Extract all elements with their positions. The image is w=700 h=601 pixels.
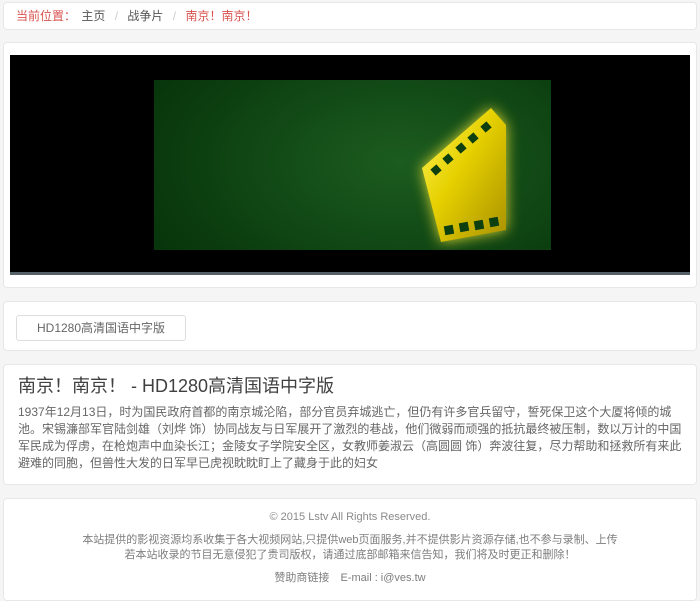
player-card <box>3 42 697 288</box>
video-screen <box>154 80 551 250</box>
breadcrumb: 当前位置： 主页 / 战争片 / 南京！南京！ <box>3 2 697 30</box>
breadcrumb-link-home[interactable]: 主页 <box>81 9 105 23</box>
movie-description: 1937年12月13日，时为国民政府首都的南京城沦陷，部分官员弃城逃亡，但仍有许… <box>18 405 682 470</box>
player-seekbar[interactable] <box>10 272 690 275</box>
breadcrumb-label: 当前位置： <box>16 9 77 23</box>
sponsor-label: 赞助商链接 <box>274 572 330 584</box>
email-text: E-mail : i@ves.tw <box>340 572 426 584</box>
breadcrumb-current: 南京！南京！ <box>185 9 258 23</box>
disclaimer-line-1: 本站提供的影视资源均系收集于各大视频网站,只提供web页面服务,并不提供影片资源… <box>82 534 618 546</box>
disclaimer-line-2: 若本站收录的节目无意侵犯了贵司版权，请通过底部邮箱来信告知，我们将及时更正和删除… <box>124 549 576 561</box>
video-player[interactable] <box>10 55 690 275</box>
film-strip-icon <box>422 108 506 242</box>
breadcrumb-link-category[interactable]: 战争片 <box>127 9 163 23</box>
page-title: 南京！南京！ - HD1280高清国语中字版 <box>18 376 335 396</box>
episode-list: HD1280高清国语中字版 <box>3 301 697 351</box>
movie-info: 南京！南京！ - HD1280高清国语中字版 1937年12月13日，时为国民政… <box>3 364 697 485</box>
episode-button[interactable]: HD1280高清国语中字版 <box>16 315 187 341</box>
copyright-text: © 2015 Lstv All Rights Reserved. <box>269 511 431 523</box>
breadcrumb-separator: / <box>114 9 119 23</box>
sponsor-line: 赞助商链接 E-mail : i@ves.tw <box>34 571 666 586</box>
footer: © 2015 Lstv All Rights Reserved. 本站提供的影视… <box>3 498 697 601</box>
breadcrumb-separator: / <box>172 9 177 23</box>
